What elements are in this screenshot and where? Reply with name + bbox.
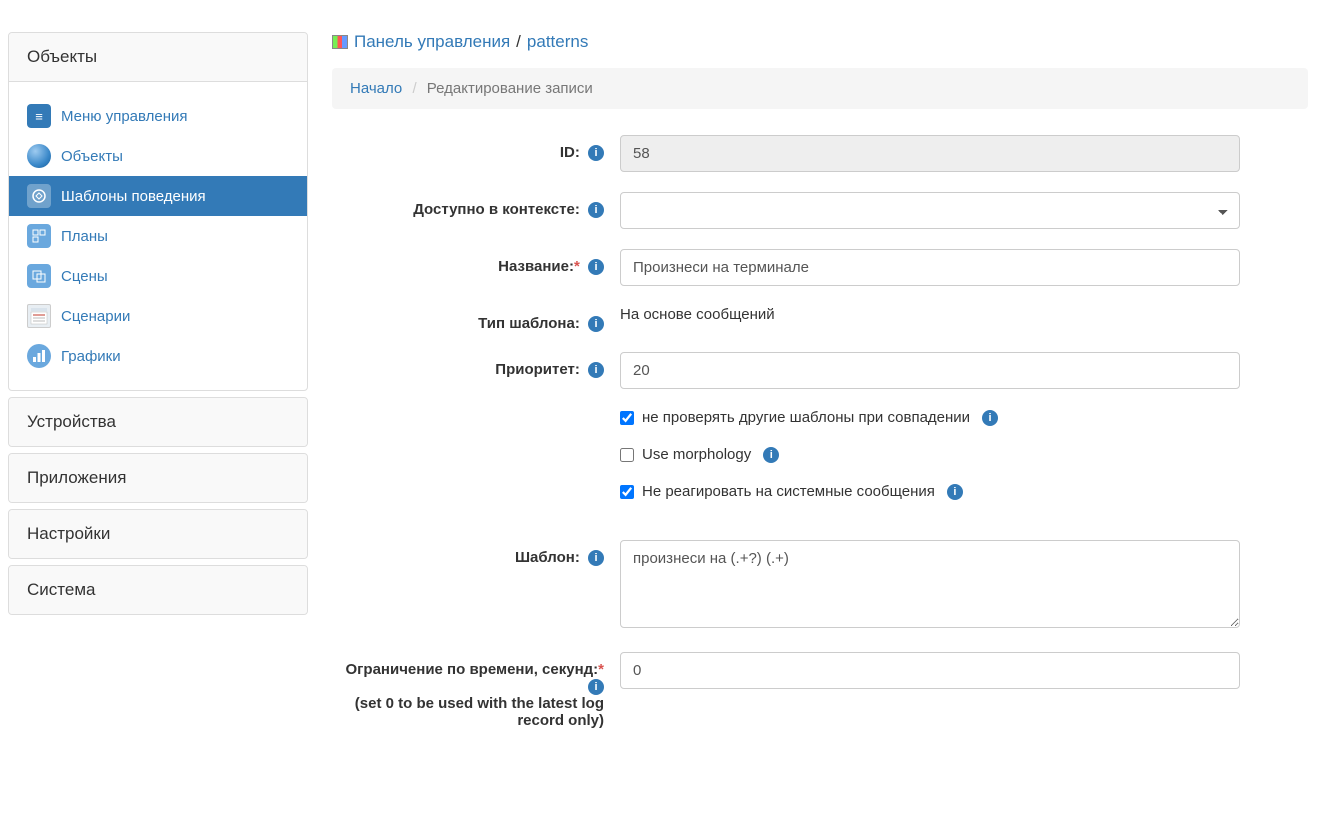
sidebar-item-label: Сценарии xyxy=(61,308,130,325)
breadcrumb-divider: / xyxy=(412,80,416,97)
sidebar-item-menu[interactable]: ≡ Меню управления xyxy=(9,96,307,136)
breadcrumb-home[interactable]: Начало xyxy=(350,80,402,97)
sidebar-item-label: Графики xyxy=(61,348,121,365)
field-id: ID: i xyxy=(332,135,1308,172)
breadcrumb-root-link[interactable]: Панель управления xyxy=(354,32,510,52)
label-timelimit-hint: (set 0 to be used with the latest log re… xyxy=(332,695,604,729)
label-type: Тип шаблона: xyxy=(478,315,580,332)
input-timelimit[interactable] xyxy=(620,652,1240,689)
breadcrumb-sep: / xyxy=(516,32,521,52)
plans-icon xyxy=(27,224,51,248)
info-icon[interactable]: i xyxy=(588,202,604,218)
sidebar-panel-system: Система xyxy=(8,565,308,615)
input-name[interactable] xyxy=(620,249,1240,286)
checkbox-no-system[interactable] xyxy=(620,485,634,499)
label-id: ID: xyxy=(560,144,580,161)
globe-icon xyxy=(27,144,51,168)
field-checkboxes: не проверять другие шаблоны при совпаден… xyxy=(332,409,1308,520)
panel-heading-objects[interactable]: Объекты xyxy=(9,33,307,82)
info-icon[interactable]: i xyxy=(763,447,779,463)
label-timelimit: Ограничение по времени, секунд: xyxy=(346,661,599,678)
value-type: На основе сообщений xyxy=(620,306,1240,323)
sidebar-panel-devices: Устройства xyxy=(8,397,308,447)
panel-heading-devices[interactable]: Устройства xyxy=(9,398,307,446)
breadcrumb-section-link[interactable]: patterns xyxy=(527,32,588,52)
label-skip-others: не проверять другие шаблоны при совпаден… xyxy=(642,409,970,426)
main-content: Панель управления / patterns Начало / Ре… xyxy=(332,8,1308,749)
label-priority: Приоритет: xyxy=(495,361,580,378)
edit-form: ID: i Доступно в контексте: i xyxy=(332,135,1308,729)
checkbox-morphology[interactable] xyxy=(620,448,634,462)
sidebar-item-label: Объекты xyxy=(61,148,123,165)
info-icon[interactable]: i xyxy=(588,259,604,275)
label-no-system: Не реагировать на системные сообщения xyxy=(642,483,935,500)
field-context: Доступно в контексте: i xyxy=(332,192,1308,229)
dashboard-icon xyxy=(332,35,348,49)
panel-heading-applications[interactable]: Приложения xyxy=(9,454,307,502)
breadcrumb: Начало / Редактирование записи xyxy=(332,68,1308,109)
scenes-icon xyxy=(27,264,51,288)
info-icon[interactable]: i xyxy=(588,145,604,161)
menu-icon: ≡ xyxy=(27,104,51,128)
panel-body-objects: ≡ Меню управления Объекты Шаблоны поведе… xyxy=(9,82,307,390)
input-priority[interactable] xyxy=(620,352,1240,389)
field-name: Название:* i xyxy=(332,249,1308,286)
sidebar-panel-applications: Приложения xyxy=(8,453,308,503)
scripts-icon xyxy=(27,304,51,328)
label-context: Доступно в контексте: xyxy=(413,201,580,218)
sidebar-item-plans[interactable]: Планы xyxy=(9,216,307,256)
sidebar-item-patterns[interactable]: Шаблоны поведения xyxy=(9,176,307,216)
field-type: Тип шаблона: i На основе сообщений xyxy=(332,306,1308,332)
charts-icon xyxy=(27,344,51,368)
sidebar-panel-settings: Настройки xyxy=(8,509,308,559)
sidebar-item-charts[interactable]: Графики xyxy=(9,336,307,376)
textarea-pattern[interactable]: произнеси на (.+?) (.+) xyxy=(620,540,1240,628)
select-context[interactable] xyxy=(620,192,1240,229)
checkbox-skip-others[interactable] xyxy=(620,411,634,425)
page-title: Панель управления / patterns xyxy=(332,32,1308,52)
sidebar-item-objects[interactable]: Объекты xyxy=(9,136,307,176)
panel-heading-settings[interactable]: Настройки xyxy=(9,510,307,558)
label-name: Название: xyxy=(498,258,574,275)
sidebar-item-label: Шаблоны поведения xyxy=(61,188,206,205)
sidebar-item-scripts[interactable]: Сценарии xyxy=(9,296,307,336)
info-icon[interactable]: i xyxy=(588,316,604,332)
field-pattern: Шаблон: i произнеси на (.+?) (.+) xyxy=(332,540,1308,632)
sidebar-panel-objects: Объекты ≡ Меню управления Объекты Шаблон… xyxy=(8,32,308,391)
label-morphology: Use morphology xyxy=(642,446,751,463)
field-priority: Приоритет: i xyxy=(332,352,1308,389)
sidebar-item-scenes[interactable]: Сцены xyxy=(9,256,307,296)
label-pattern: Шаблон: xyxy=(515,549,580,566)
info-icon[interactable]: i xyxy=(588,550,604,566)
sidebar-item-label: Меню управления xyxy=(61,108,188,125)
info-icon[interactable]: i xyxy=(588,679,604,695)
breadcrumb-current: Редактирование записи xyxy=(427,80,593,97)
sidebar-item-label: Сцены xyxy=(61,268,108,285)
info-icon[interactable]: i xyxy=(982,410,998,426)
field-timelimit: Ограничение по времени, секунд:* i (set … xyxy=(332,652,1308,729)
patterns-icon xyxy=(27,184,51,208)
info-icon[interactable]: i xyxy=(588,362,604,378)
sidebar: Объекты ≡ Меню управления Объекты Шаблон… xyxy=(8,8,308,749)
panel-heading-system[interactable]: Система xyxy=(9,566,307,614)
info-icon[interactable]: i xyxy=(947,484,963,500)
input-id xyxy=(620,135,1240,172)
sidebar-item-label: Планы xyxy=(61,228,108,245)
